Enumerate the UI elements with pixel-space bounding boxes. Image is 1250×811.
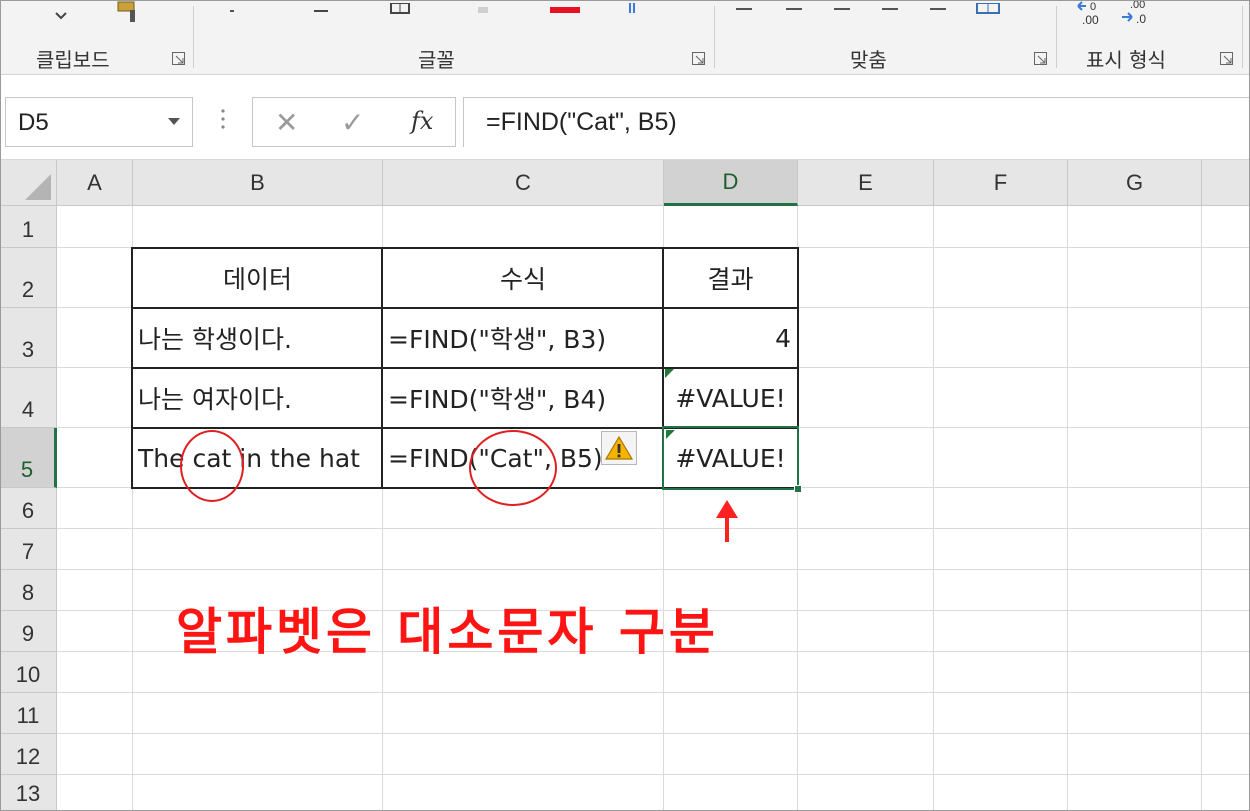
phonetic-guide-icon[interactable] <box>624 0 644 19</box>
warning-icon <box>604 435 634 460</box>
row-header-9[interactable]: 9 <box>0 611 57 652</box>
table-border <box>381 247 383 489</box>
group-separator <box>193 6 194 68</box>
clipboard-dialog-launcher-icon[interactable] <box>172 52 186 66</box>
table-border <box>131 247 133 489</box>
group-separator <box>1056 6 1057 68</box>
column-header-next[interactable] <box>1202 160 1250 206</box>
cell-b2[interactable]: 데이터 <box>133 248 382 308</box>
error-indicator-icon[interactable] <box>665 369 674 378</box>
cell-d2[interactable]: 결과 <box>664 248 797 308</box>
cell-c4[interactable]: =FIND("학생", B4) <box>383 368 663 428</box>
row-header-12[interactable]: 12 <box>0 734 57 775</box>
table-border <box>131 307 799 309</box>
column-header-g[interactable]: G <box>1068 160 1202 206</box>
paste-dropdown-icon[interactable] <box>54 6 68 25</box>
table-border <box>131 247 799 249</box>
row-header-1[interactable]: 1 <box>0 206 57 248</box>
error-options-button[interactable] <box>601 431 637 465</box>
row-header-11[interactable]: 11 <box>0 693 57 734</box>
gridline <box>57 774 1250 775</box>
cell-d4[interactable]: #VALUE! <box>664 368 797 428</box>
svg-text:.00: .00 <box>1130 0 1145 11</box>
active-cell-outline <box>662 426 799 490</box>
gridline <box>57 733 1250 734</box>
row-header-5[interactable]: 5 <box>0 428 57 488</box>
arrow-up-icon <box>716 500 738 542</box>
formula-bar: D5 ✕ ✓ fx =FIND("Cat", B5) <box>0 75 1250 160</box>
row-header-2[interactable]: 2 <box>0 248 57 308</box>
enter-icon[interactable]: ✓ <box>341 106 364 139</box>
gridline <box>1201 206 1202 811</box>
column-header-c[interactable]: C <box>383 160 664 206</box>
row-header-8[interactable]: 8 <box>0 570 57 611</box>
column-header-d[interactable]: D <box>664 160 798 206</box>
borders-icon[interactable] <box>390 0 412 19</box>
annotation-text: 알파벳은 대소문자 구분 <box>176 603 719 661</box>
cell-c3[interactable]: =FIND("학생", B3) <box>383 308 663 368</box>
clipboard-group-label: 클립보드 <box>36 48 110 72</box>
highlight-circle <box>180 430 244 502</box>
gridline <box>933 206 934 811</box>
column-header-b[interactable]: B <box>133 160 383 206</box>
worksheet-grid: A B C D E F G 1 2 3 4 5 6 7 8 9 10 11 12… <box>0 160 1250 811</box>
svg-text:.0: .0 <box>1136 12 1146 26</box>
number-dialog-launcher-icon[interactable] <box>1220 52 1234 66</box>
formula-input[interactable]: =FIND("Cat", B5) <box>463 97 1250 147</box>
row-header-10[interactable]: 10 <box>0 652 57 693</box>
font-size-decrease-icon[interactable] <box>228 0 252 19</box>
select-all-button[interactable] <box>0 160 57 206</box>
group-separator <box>1242 6 1243 68</box>
decrease-decimal-icon[interactable]: .00.0 <box>1120 0 1154 30</box>
cell-d3[interactable]: 4 <box>664 308 797 368</box>
font-group-label: 글꼴 <box>418 48 455 72</box>
cell-b4[interactable]: 나는 여자이다. <box>133 368 382 428</box>
name-box[interactable]: D5 <box>5 97 193 147</box>
underline-icon[interactable] <box>312 0 332 19</box>
group-separator <box>714 6 715 68</box>
svg-text:.00: .00 <box>1082 13 1099 26</box>
format-painter-icon[interactable] <box>114 0 146 28</box>
drag-handle-icon[interactable] <box>218 107 228 137</box>
row-header-3[interactable]: 3 <box>0 308 57 368</box>
gridline <box>57 528 1250 529</box>
insert-function-icon[interactable]: fx <box>411 107 433 135</box>
row-header-7[interactable]: 7 <box>0 529 57 570</box>
gridline <box>57 569 1250 570</box>
fill-handle[interactable] <box>794 485 802 493</box>
svg-text:0: 0 <box>1090 1 1096 13</box>
align-buttons-icon[interactable] <box>736 0 956 19</box>
font-dialog-launcher-icon[interactable] <box>692 52 706 66</box>
highlight-circle <box>469 430 557 506</box>
gridline <box>57 692 1250 693</box>
gridline <box>1067 206 1068 811</box>
name-box-value: D5 <box>18 109 49 136</box>
column-header-e[interactable]: E <box>798 160 934 206</box>
cell-b5[interactable]: The cat in the hat <box>133 428 382 488</box>
row-header-4[interactable]: 4 <box>0 368 57 428</box>
fill-color-icon[interactable] <box>476 0 492 19</box>
cancel-icon[interactable]: ✕ <box>275 106 298 139</box>
cell-b3[interactable]: 나는 학생이다. <box>133 308 382 368</box>
row-header-6[interactable]: 6 <box>0 488 57 529</box>
column-header-f[interactable]: F <box>934 160 1068 206</box>
number-group-label: 표시 형식 <box>1086 48 1166 72</box>
column-header-a[interactable]: A <box>57 160 133 206</box>
alignment-dialog-launcher-icon[interactable] <box>1034 52 1048 66</box>
formula-text: =FIND("Cat", B5) <box>486 108 677 136</box>
table-border <box>131 367 799 369</box>
font-color-icon[interactable] <box>548 0 582 19</box>
cell-c2[interactable]: 수식 <box>383 248 663 308</box>
row-header-13[interactable]: 13 <box>0 775 57 811</box>
formula-buttons: ✕ ✓ fx <box>252 97 456 147</box>
alignment-group-label: 맞춤 <box>850 48 887 72</box>
merge-center-icon[interactable] <box>976 0 1002 19</box>
increase-decimal-icon[interactable]: 0.00 <box>1076 0 1110 30</box>
chevron-down-icon[interactable] <box>168 118 180 125</box>
ribbon: 클립보드 글꼴 맞춤 0 .00 .00 .0 표시 형식 <box>0 0 1250 75</box>
select-all-icon <box>25 174 51 200</box>
